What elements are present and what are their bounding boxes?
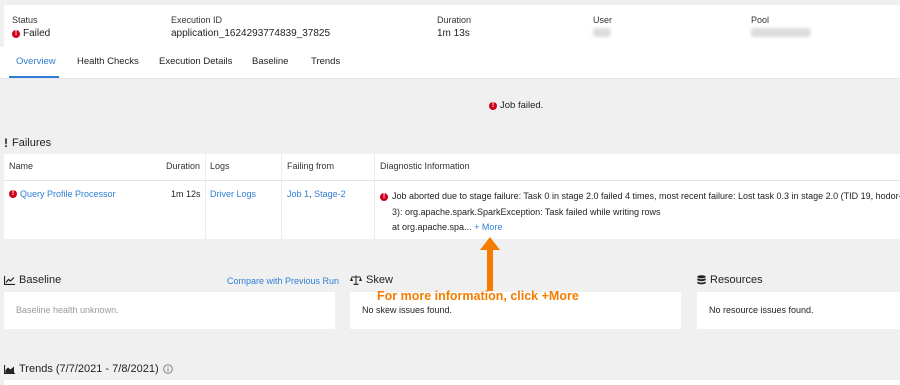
trends-section-title: Trends (7/7/2021 - 7/8/2021) bbox=[4, 363, 173, 375]
skew-text: No skew issues found. bbox=[362, 305, 453, 315]
job-failed-message: ! Job failed. bbox=[489, 100, 543, 111]
job-failed-text: Job failed. bbox=[500, 100, 544, 111]
failures-title: Failures bbox=[12, 137, 52, 149]
header-failing-from: Failing from bbox=[287, 161, 335, 171]
execution-summary-bar: Status ! Failed Execution ID application… bbox=[4, 5, 900, 47]
trends-title: Trends (7/7/2021 - 7/8/2021) bbox=[19, 363, 159, 375]
column-divider bbox=[205, 154, 206, 239]
error-icon: ! bbox=[380, 192, 388, 201]
header-logs: Logs bbox=[210, 161, 230, 171]
duration-field: Duration 1m 13s bbox=[437, 15, 471, 39]
column-divider bbox=[281, 154, 282, 239]
user-field: User bbox=[593, 15, 612, 37]
job-1-link[interactable]: Job 1 bbox=[287, 189, 309, 199]
execution-id-field: Execution ID application_1624293774839_3… bbox=[171, 15, 330, 39]
failures-section-title: ! Failures bbox=[4, 136, 51, 150]
skew-title: Skew bbox=[366, 274, 393, 286]
resources-card: No resource issues found. bbox=[697, 292, 900, 329]
resources-title: Resources bbox=[710, 274, 763, 286]
error-icon: ! bbox=[489, 101, 497, 110]
header-diagnostic-information: Diagnostic Information bbox=[380, 161, 470, 171]
pool-label: Pool bbox=[751, 15, 770, 25]
redacted-user-value bbox=[593, 28, 611, 37]
exclamation-icon: ! bbox=[4, 136, 8, 150]
tab-trends[interactable]: Trends bbox=[311, 56, 340, 67]
diagnostic-line-2: 3): org.apache.spark.SparkException: Tas… bbox=[392, 206, 661, 217]
status-value: Failed bbox=[23, 28, 51, 39]
info-icon[interactable] bbox=[162, 364, 173, 374]
area-chart-icon bbox=[4, 364, 15, 374]
driver-logs-link[interactable]: Driver Logs bbox=[210, 189, 256, 199]
diagnostic-line-1: Job aborted due to stage failure: Task 0… bbox=[392, 191, 900, 201]
status-field: Status ! Failed bbox=[12, 15, 50, 39]
row-duration: 1m 12s bbox=[171, 189, 201, 199]
tab-overview[interactable]: Overview bbox=[16, 56, 56, 67]
balance-scale-icon bbox=[350, 275, 362, 285]
baseline-text: Baseline health unknown. bbox=[16, 305, 119, 315]
error-icon: ! bbox=[9, 190, 17, 198]
diagnostic-line-3: at org.apache.spa... bbox=[392, 222, 472, 232]
tab-health-checks[interactable]: Health Checks bbox=[77, 56, 139, 67]
diagnostic-information-cell: ! Job aborted due to stage failure: Task… bbox=[380, 189, 900, 236]
header-duration: Duration bbox=[166, 161, 201, 171]
status-label: Status bbox=[12, 15, 38, 25]
tab-execution-details[interactable]: Execution Details bbox=[159, 56, 232, 67]
resources-section-title: Resources bbox=[697, 274, 763, 286]
execution-id-label: Execution ID bbox=[171, 15, 223, 25]
failing-from-cell: Job 1, Stage-2 bbox=[287, 189, 346, 199]
skew-section-title: Skew bbox=[350, 274, 393, 286]
baseline-title: Baseline bbox=[19, 274, 62, 286]
more-link[interactable]: + More bbox=[474, 222, 502, 232]
tab-baseline[interactable]: Baseline bbox=[252, 56, 288, 67]
line-chart-icon bbox=[4, 275, 15, 285]
pool-field: Pool bbox=[751, 15, 811, 37]
stage-2-link[interactable]: Stage-2 bbox=[314, 189, 346, 199]
duration-label: Duration bbox=[437, 15, 472, 25]
query-profile-processor-link[interactable]: Query Profile Processor bbox=[20, 189, 116, 199]
column-divider bbox=[374, 154, 375, 239]
error-icon: ! bbox=[12, 29, 20, 38]
baseline-card: Baseline health unknown. bbox=[4, 292, 335, 329]
compare-with-previous-run-link[interactable]: Compare with Previous Run bbox=[227, 276, 339, 286]
header-name: Name bbox=[9, 161, 34, 171]
table-header-divider bbox=[4, 180, 900, 181]
redacted-pool-value bbox=[751, 28, 811, 37]
failures-table: Name Duration Logs Failing from Diagnost… bbox=[4, 154, 900, 239]
resources-text: No resource issues found. bbox=[709, 305, 814, 315]
tab-bar: Overview Health Checks Execution Details… bbox=[0, 47, 900, 79]
active-tab-indicator bbox=[9, 76, 59, 78]
failing-from-separator: , bbox=[309, 189, 312, 199]
database-icon bbox=[697, 275, 706, 285]
annotation-arrow-icon bbox=[480, 237, 500, 291]
execution-id-value: application_1624293774839_37825 bbox=[171, 28, 331, 39]
baseline-section-title: Baseline bbox=[4, 274, 61, 286]
user-label: User bbox=[593, 15, 613, 25]
table-row-name-cell: ! Query Profile Processor bbox=[9, 189, 116, 199]
duration-value: 1m 13s bbox=[437, 28, 470, 39]
annotation-text: For more information, click +More bbox=[377, 289, 579, 303]
trends-panel bbox=[4, 380, 900, 385]
